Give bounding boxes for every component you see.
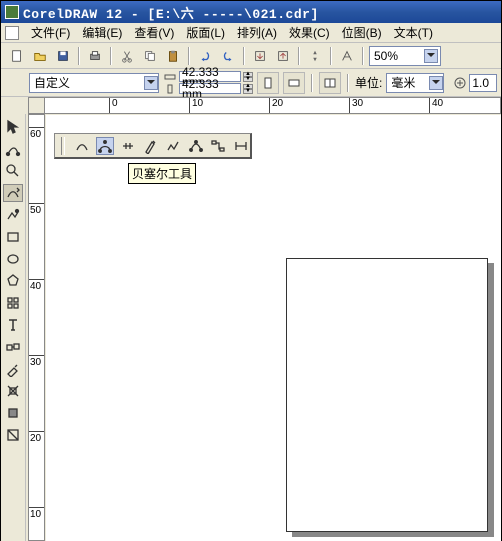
- page-height-input[interactable]: 42.333 mm: [179, 83, 241, 94]
- new-button[interactable]: [7, 46, 27, 66]
- blend-tool[interactable]: [3, 338, 23, 356]
- corel-online-button[interactable]: [337, 46, 357, 66]
- unit-value: 毫米: [391, 74, 415, 91]
- height-icon: [163, 84, 177, 94]
- nudge-group: 42.333 mm ▲▼ 42.333 mm ▲▼: [163, 71, 253, 94]
- property-bar: 自定义 42.333 mm ▲▼ 42.333 mm ▲▼ 单位: 毫米 1.0: [1, 69, 501, 97]
- tooltip-text: 贝塞尔工具: [132, 167, 192, 181]
- pen-icon[interactable]: [141, 137, 159, 155]
- toolbox: [1, 114, 26, 541]
- nudge-distance-input[interactable]: 1.0: [469, 74, 497, 92]
- spin-buttons[interactable]: ▲▼: [243, 72, 253, 82]
- save-button[interactable]: [53, 46, 73, 66]
- page[interactable]: [286, 258, 488, 532]
- zoom-value: 50%: [374, 49, 398, 63]
- chevron-down-icon[interactable]: [424, 49, 438, 63]
- fill-tool[interactable]: [3, 404, 23, 422]
- curve-flyout-toolbar: [54, 133, 252, 159]
- menu-bar: 文件(F)编辑(E)查看(V)版面(L)排列(A)效果(C)位图(B)文本(T): [1, 23, 501, 43]
- interactive-fill-tool[interactable]: [3, 426, 23, 444]
- ruler-tick: 60: [29, 127, 44, 140]
- canvas-area[interactable]: 贝塞尔工具: [46, 115, 501, 541]
- outline-tool[interactable]: [3, 382, 23, 400]
- paste-button[interactable]: [163, 46, 183, 66]
- pages-button[interactable]: [319, 72, 341, 94]
- export-button[interactable]: [273, 46, 293, 66]
- print-button[interactable]: [85, 46, 105, 66]
- ruler-tick: 0: [109, 98, 118, 113]
- menu-效果(C)[interactable]: 效果(C): [283, 23, 336, 42]
- ruler-tick: 10: [29, 507, 44, 520]
- smart-draw-tool[interactable]: [3, 206, 23, 224]
- text-tool[interactable]: [3, 316, 23, 334]
- dimension-icon[interactable]: [232, 137, 250, 155]
- page-preset-select[interactable]: 自定义: [29, 73, 159, 93]
- freehand-icon[interactable]: [73, 137, 91, 155]
- ruler-tick: 30: [349, 98, 363, 113]
- import-button[interactable]: [250, 46, 270, 66]
- basic-shapes-tool[interactable]: [3, 294, 23, 312]
- ruler-vertical[interactable]: 60 50 40 30 20 10: [28, 114, 45, 541]
- ruler-tick: 40: [29, 279, 44, 292]
- title-text: CorelDRAW 12 - [E:\六 -----\021.cdr]: [23, 3, 319, 22]
- ruler-horizontal[interactable]: 0 10 20 30 40: [28, 97, 501, 114]
- nudge-icon: [452, 75, 468, 91]
- ellipse-tool[interactable]: [3, 250, 23, 268]
- freehand-tool[interactable]: [3, 184, 23, 202]
- menu-位图(B)[interactable]: 位图(B): [336, 23, 388, 42]
- artistic-media-icon[interactable]: [119, 137, 137, 155]
- polygon-tool[interactable]: [3, 272, 23, 290]
- ruler-tick: 40: [429, 98, 443, 113]
- spin-buttons[interactable]: ▲▼: [243, 84, 253, 94]
- shape-tool[interactable]: [3, 140, 23, 158]
- menu-排列(A)[interactable]: 排列(A): [231, 23, 283, 42]
- cut-button[interactable]: [117, 46, 137, 66]
- zoom-select[interactable]: 50%: [369, 46, 441, 66]
- menu-文本(T)[interactable]: 文本(T): [388, 23, 439, 42]
- landscape-button[interactable]: [283, 72, 305, 94]
- 3point-curve-icon[interactable]: [187, 137, 205, 155]
- chevron-down-icon[interactable]: [144, 76, 158, 90]
- ruler-tick: 20: [269, 98, 283, 113]
- menu-文件(F)[interactable]: 文件(F): [25, 23, 76, 42]
- unit-label: 单位:: [355, 74, 382, 91]
- standard-toolbar: 50%: [1, 43, 501, 69]
- chevron-down-icon[interactable]: [429, 76, 443, 90]
- portrait-button[interactable]: [257, 72, 279, 94]
- title-bar: CorelDRAW 12 - [E:\六 -----\021.cdr]: [1, 1, 501, 23]
- menu-版面(L)[interactable]: 版面(L): [180, 23, 231, 42]
- rectangle-tool[interactable]: [3, 228, 23, 246]
- ruler-origin[interactable]: [28, 97, 45, 114]
- undo-button[interactable]: [195, 46, 215, 66]
- menu-编辑(E)[interactable]: 编辑(E): [76, 23, 128, 42]
- unit-select[interactable]: 毫米: [386, 73, 444, 93]
- eyedropper-tool[interactable]: [3, 360, 23, 378]
- ruler-tick: 10: [189, 98, 203, 113]
- doc-icon: [5, 26, 19, 40]
- tooltip: 贝塞尔工具: [128, 163, 196, 184]
- width-icon: [163, 72, 177, 82]
- app-launcher-button[interactable]: [305, 46, 325, 66]
- work-area: 0 10 20 30 40 60 50 40 30 20 10 贝塞尔工具: [1, 97, 501, 541]
- redo-button[interactable]: [218, 46, 238, 66]
- copy-button[interactable]: [140, 46, 160, 66]
- connector-icon[interactable]: [210, 137, 228, 155]
- bezier-icon[interactable]: [96, 137, 114, 155]
- ruler-tick: 20: [29, 431, 44, 444]
- polyline-icon[interactable]: [164, 137, 182, 155]
- open-button[interactable]: [30, 46, 50, 66]
- app-icon: [5, 5, 19, 19]
- pick-tool[interactable]: [3, 118, 23, 136]
- ruler-tick: 50: [29, 203, 44, 216]
- menu-查看(V)[interactable]: 查看(V): [128, 23, 180, 42]
- toolbar-grip[interactable]: [61, 137, 65, 155]
- page-preset-value: 自定义: [34, 74, 70, 91]
- zoom-tool[interactable]: [3, 162, 23, 180]
- ruler-tick: 30: [29, 355, 44, 368]
